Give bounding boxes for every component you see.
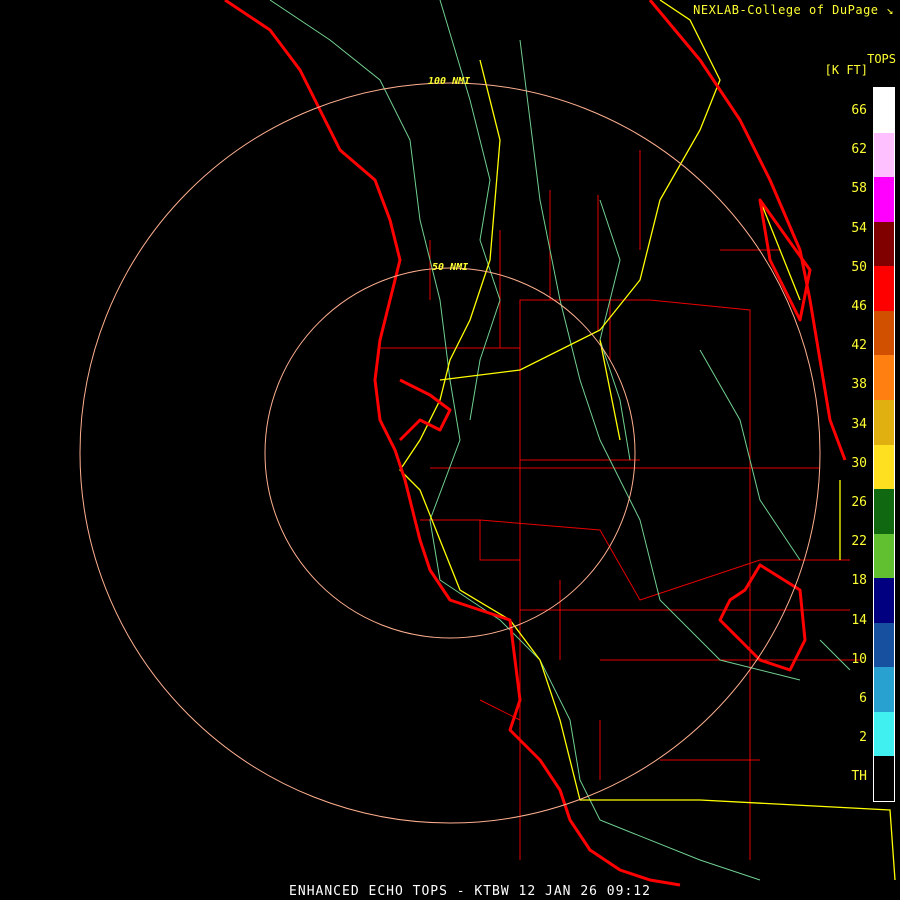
credit-label: NEXLAB-College of DuPage xyxy=(693,3,879,17)
scale-label: 10 xyxy=(851,651,867,667)
scale-label: TH xyxy=(851,769,867,785)
color-swatch xyxy=(874,622,894,668)
color-swatch xyxy=(874,310,894,356)
scale-label: 22 xyxy=(851,534,867,550)
scale-label: 62 xyxy=(851,142,867,158)
color-swatch xyxy=(874,667,894,712)
product-title: ENHANCED ECHO TOPS - KTBW 12 JAN 26 09:1… xyxy=(289,884,651,899)
color-swatch xyxy=(874,533,894,579)
scale-label: 42 xyxy=(851,338,867,354)
coastline xyxy=(224,0,847,887)
color-swatch xyxy=(874,177,894,222)
range-rings xyxy=(79,82,821,824)
credit-text: NEXLAB-College of DuPage ↘ xyxy=(693,3,894,17)
river-lines xyxy=(269,0,851,881)
color-swatch xyxy=(874,489,894,534)
color-swatch xyxy=(874,266,894,311)
color-swatch xyxy=(874,88,894,133)
color-swatch xyxy=(874,132,894,178)
scale-label: 50 xyxy=(851,259,867,275)
scale-label: 2 xyxy=(859,730,867,746)
ring-label-100: 100 NMI xyxy=(428,76,471,87)
color-swatch xyxy=(874,221,894,267)
scale-label: 18 xyxy=(851,573,867,589)
color-scale xyxy=(873,87,895,802)
radar-map: 50 NMI 100 NMI NEXLAB-College of DuPage … xyxy=(0,0,900,900)
legend-title: TOPS xyxy=(867,52,896,66)
scale-label: 26 xyxy=(851,495,867,510)
road-lines xyxy=(399,0,896,881)
color-swatch xyxy=(874,578,894,623)
scale-label: 38 xyxy=(851,377,867,393)
color-swatch xyxy=(874,756,894,801)
scale-label: 54 xyxy=(851,220,867,236)
color-swatch xyxy=(874,711,894,757)
color-swatch xyxy=(874,444,894,490)
scale-label: 30 xyxy=(851,455,867,471)
scale-label: 46 xyxy=(851,299,867,314)
range-ring-50nmi xyxy=(264,267,636,639)
range-ring-100nmi xyxy=(79,82,821,824)
scale-label: 58 xyxy=(851,181,867,197)
scale-label: 14 xyxy=(851,612,867,628)
scale-label: 6 xyxy=(859,691,867,706)
color-swatch xyxy=(874,355,894,400)
scale-label: 34 xyxy=(851,416,867,432)
nexlab-logo-icon: ↘ xyxy=(886,3,894,17)
map-canvas xyxy=(79,0,896,887)
legend-units: [K FT] xyxy=(824,63,868,77)
scale-label: 66 xyxy=(851,103,867,118)
color-swatch xyxy=(874,399,894,445)
county-lines xyxy=(380,150,860,860)
ring-label-50: 50 NMI xyxy=(432,262,469,273)
